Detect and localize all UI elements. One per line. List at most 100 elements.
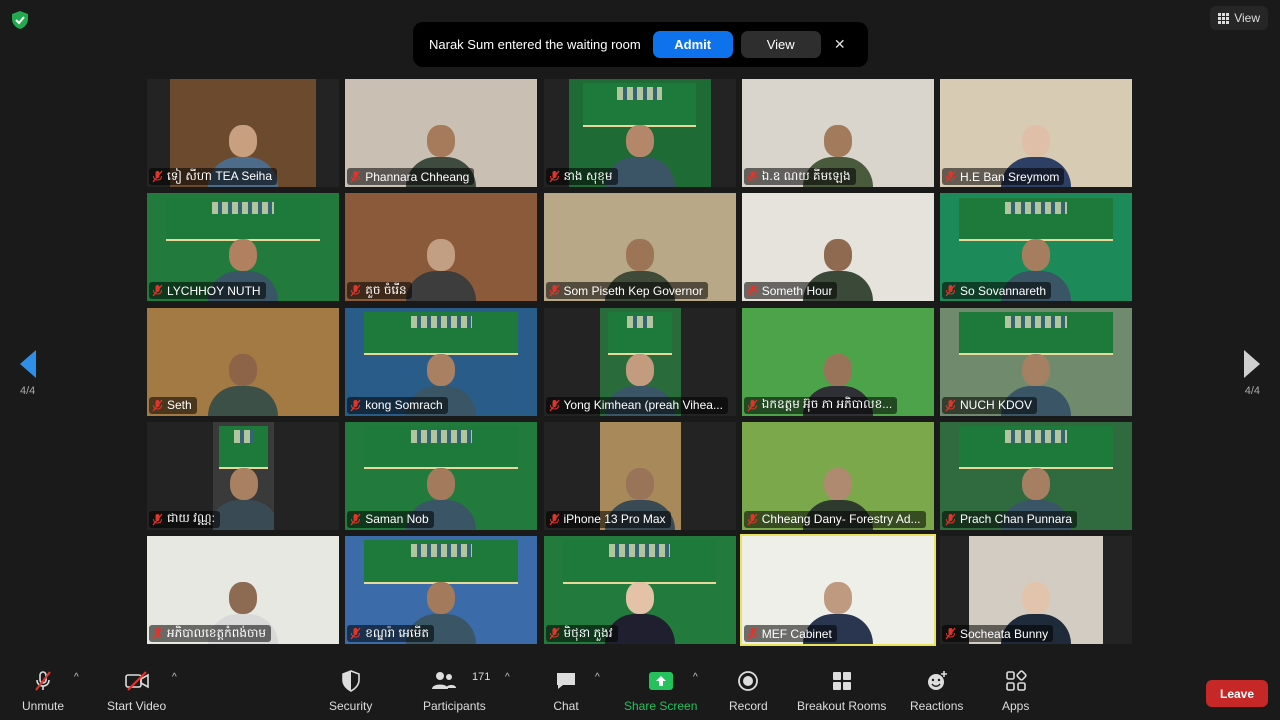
apps-button[interactable]: Apps bbox=[1002, 668, 1029, 713]
participant-name-bar: ទៀ សីហា TEA Seiha bbox=[149, 168, 278, 185]
chat-bubble-icon bbox=[557, 673, 575, 689]
participant-name: ទៀ សីហា TEA Seiha bbox=[167, 168, 273, 183]
backdrop-banner bbox=[364, 540, 519, 584]
participant-name-bar: Chheang Dany- Forestry Ad... bbox=[743, 510, 926, 528]
participant-name-bar: So Sovannareth bbox=[942, 282, 1052, 300]
participant-figure bbox=[406, 239, 477, 302]
waiting-room-notification: Narak Sum entered the waiting room Admit… bbox=[413, 22, 868, 67]
muted-microphone-icon bbox=[945, 399, 956, 411]
page-indicator-left: 4/4 bbox=[20, 385, 36, 397]
unmute-label: Unmute bbox=[22, 699, 65, 713]
muted-microphone-icon bbox=[152, 513, 163, 526]
video-options-chevron-icon[interactable]: ^ bbox=[172, 672, 177, 683]
participant-figure bbox=[208, 353, 278, 416]
share-options-chevron-icon[interactable]: ^ bbox=[693, 672, 698, 683]
backdrop-banner bbox=[562, 540, 717, 584]
reactions-button[interactable]: Reactions bbox=[910, 668, 963, 713]
start-video-label: Start Video bbox=[107, 699, 167, 713]
participant-name-bar: Yong Kimhean (preah Vihea... bbox=[545, 396, 728, 414]
view-waiting-room-button[interactable]: View bbox=[740, 31, 821, 58]
backdrop-banner bbox=[959, 311, 1113, 355]
leave-meeting-button[interactable]: Leave bbox=[1206, 680, 1268, 707]
muted-microphone-icon bbox=[152, 284, 163, 297]
breakout-rooms-label: Breakout Rooms bbox=[797, 699, 887, 713]
participant-tile[interactable]: MEF Cabinet bbox=[739, 534, 936, 646]
backdrop-banner bbox=[166, 197, 320, 241]
participant-tile[interactable]: Phannara Chheang bbox=[345, 79, 538, 187]
muted-microphone-icon bbox=[548, 170, 560, 183]
participant-name: ឯ.ឧ ណយ គីមឡេង bbox=[761, 168, 851, 183]
participants-options-chevron-icon[interactable]: ^ bbox=[505, 672, 510, 683]
participant-name-bar: Seth bbox=[149, 396, 197, 414]
chat-label: Chat bbox=[553, 699, 579, 713]
share-screen-label: Share Screen bbox=[624, 699, 698, 713]
participant-tile[interactable]: Chheang Dany- Forestry Ad... bbox=[741, 421, 934, 530]
participant-tile[interactable]: នាង សុខុម bbox=[543, 79, 736, 187]
participant-tile[interactable]: H.E Ban Sreymom bbox=[940, 79, 1132, 187]
participant-name: Phannara Chheang bbox=[365, 169, 470, 184]
participant-tile[interactable]: មិថុនា ភួងវ bbox=[543, 536, 736, 644]
muted-microphone-icon bbox=[945, 170, 956, 183]
participant-tile[interactable]: ឯ.ឧ ណយ គីមឡេង bbox=[741, 79, 934, 187]
chat-options-chevron-icon[interactable]: ^ bbox=[595, 672, 600, 683]
muted-microphone-icon bbox=[35, 671, 51, 691]
participant-name-bar: H.E Ban Sreymom bbox=[942, 168, 1065, 185]
record-button[interactable]: Record bbox=[729, 668, 768, 713]
participant-tile[interactable]: So Sovannareth bbox=[940, 193, 1132, 302]
next-page-arrow-icon[interactable] bbox=[1236, 344, 1266, 384]
participant-tile[interactable]: kong Somrach bbox=[345, 307, 538, 416]
encryption-shield-icon[interactable] bbox=[10, 10, 30, 30]
participant-name: ខណ្ឌរ៉ា អេមើត bbox=[365, 625, 429, 640]
participant-tile[interactable]: NUCH KDOV bbox=[940, 307, 1132, 416]
participant-tile[interactable]: ខណ្ឌរ៉ា អេមើត bbox=[345, 536, 538, 644]
participant-tile[interactable]: Socheata Bunny bbox=[940, 536, 1132, 644]
muted-microphone-icon bbox=[350, 627, 361, 640]
participant-tile[interactable]: Someth Hour bbox=[741, 193, 934, 302]
participant-tile[interactable]: iPhone 13 Pro Max bbox=[543, 421, 736, 530]
muted-microphone-icon bbox=[747, 513, 758, 526]
close-notification-icon[interactable]: ✕ bbox=[831, 36, 849, 53]
participant-name-bar: ខណ្ឌរ៉ា អេមើត bbox=[347, 625, 434, 642]
participant-name-bar: នាង សុខុម bbox=[545, 168, 618, 185]
participant-name: Saman Nob bbox=[365, 512, 429, 527]
participant-name: Prach Chan Punnara bbox=[960, 512, 1073, 527]
participant-tile[interactable]: Seth bbox=[147, 307, 339, 416]
participant-name: Yong Kimhean (preah Vihea... bbox=[563, 398, 723, 412]
security-button[interactable]: Security bbox=[329, 668, 372, 713]
participant-name: នាង សុខុម bbox=[563, 168, 613, 183]
participant-tile[interactable]: Saman Nob bbox=[345, 421, 538, 530]
audio-options-chevron-icon[interactable]: ^ bbox=[74, 672, 79, 683]
participant-name-bar: ឯកឧត្តម អ៊ុច ភា អភិបាលខ... bbox=[743, 396, 898, 414]
participant-tile[interactable]: Prach Chan Punnara bbox=[940, 421, 1132, 530]
participant-tile[interactable]: Yong Kimhean (preah Vihea... bbox=[543, 307, 736, 416]
participant-name: H.E Ban Sreymom bbox=[960, 169, 1060, 184]
muted-microphone-icon bbox=[350, 399, 361, 411]
participant-tile[interactable]: LYCHHOY NUTH bbox=[147, 193, 339, 302]
participant-tile[interactable]: អភិបាលខេត្តកំពង់ចាម bbox=[147, 536, 339, 644]
participant-name: ជាយ វណ្ណ: bbox=[167, 511, 215, 526]
participant-tile[interactable]: ជាយ វណ្ណ: bbox=[147, 421, 339, 530]
page-indicator-right: 4/4 bbox=[1244, 385, 1260, 397]
participant-name-bar: NUCH KDOV bbox=[942, 396, 1038, 414]
backdrop-banner bbox=[364, 426, 519, 470]
participant-tile[interactable]: ឯកឧត្តម អ៊ុច ភា អភិបាលខ... bbox=[741, 307, 934, 416]
admit-button[interactable]: Admit bbox=[652, 31, 733, 58]
chat-button[interactable]: Chat bbox=[553, 668, 579, 713]
start-video-button[interactable]: Start Video bbox=[107, 668, 166, 713]
share-screen-button[interactable]: Share Screen bbox=[624, 668, 697, 713]
participant-figure bbox=[213, 467, 274, 530]
participant-name: Chheang Dany- Forestry Ad... bbox=[761, 512, 921, 527]
participant-name: គួច ចំរើន bbox=[365, 282, 407, 297]
participant-name: Som Piseth Kep Governor bbox=[563, 283, 703, 298]
participant-tile[interactable]: Som Piseth Kep Governor bbox=[543, 193, 736, 302]
participant-name: Someth Hour bbox=[761, 283, 833, 298]
participant-name-bar: អភិបាលខេត្តកំពង់ចាម bbox=[149, 625, 272, 642]
unmute-button[interactable]: Unmute bbox=[22, 668, 64, 713]
previous-page-arrow-icon[interactable] bbox=[14, 344, 44, 384]
breakout-rooms-button[interactable]: Breakout Rooms bbox=[797, 668, 886, 713]
muted-microphone-icon bbox=[548, 513, 560, 526]
participant-tile[interactable]: គួច ចំរើន bbox=[345, 193, 538, 302]
participant-tile[interactable]: ទៀ សីហា TEA Seiha bbox=[147, 79, 339, 187]
view-menu-button[interactable]: View bbox=[1210, 6, 1268, 30]
participant-name-bar: iPhone 13 Pro Max bbox=[545, 510, 671, 528]
